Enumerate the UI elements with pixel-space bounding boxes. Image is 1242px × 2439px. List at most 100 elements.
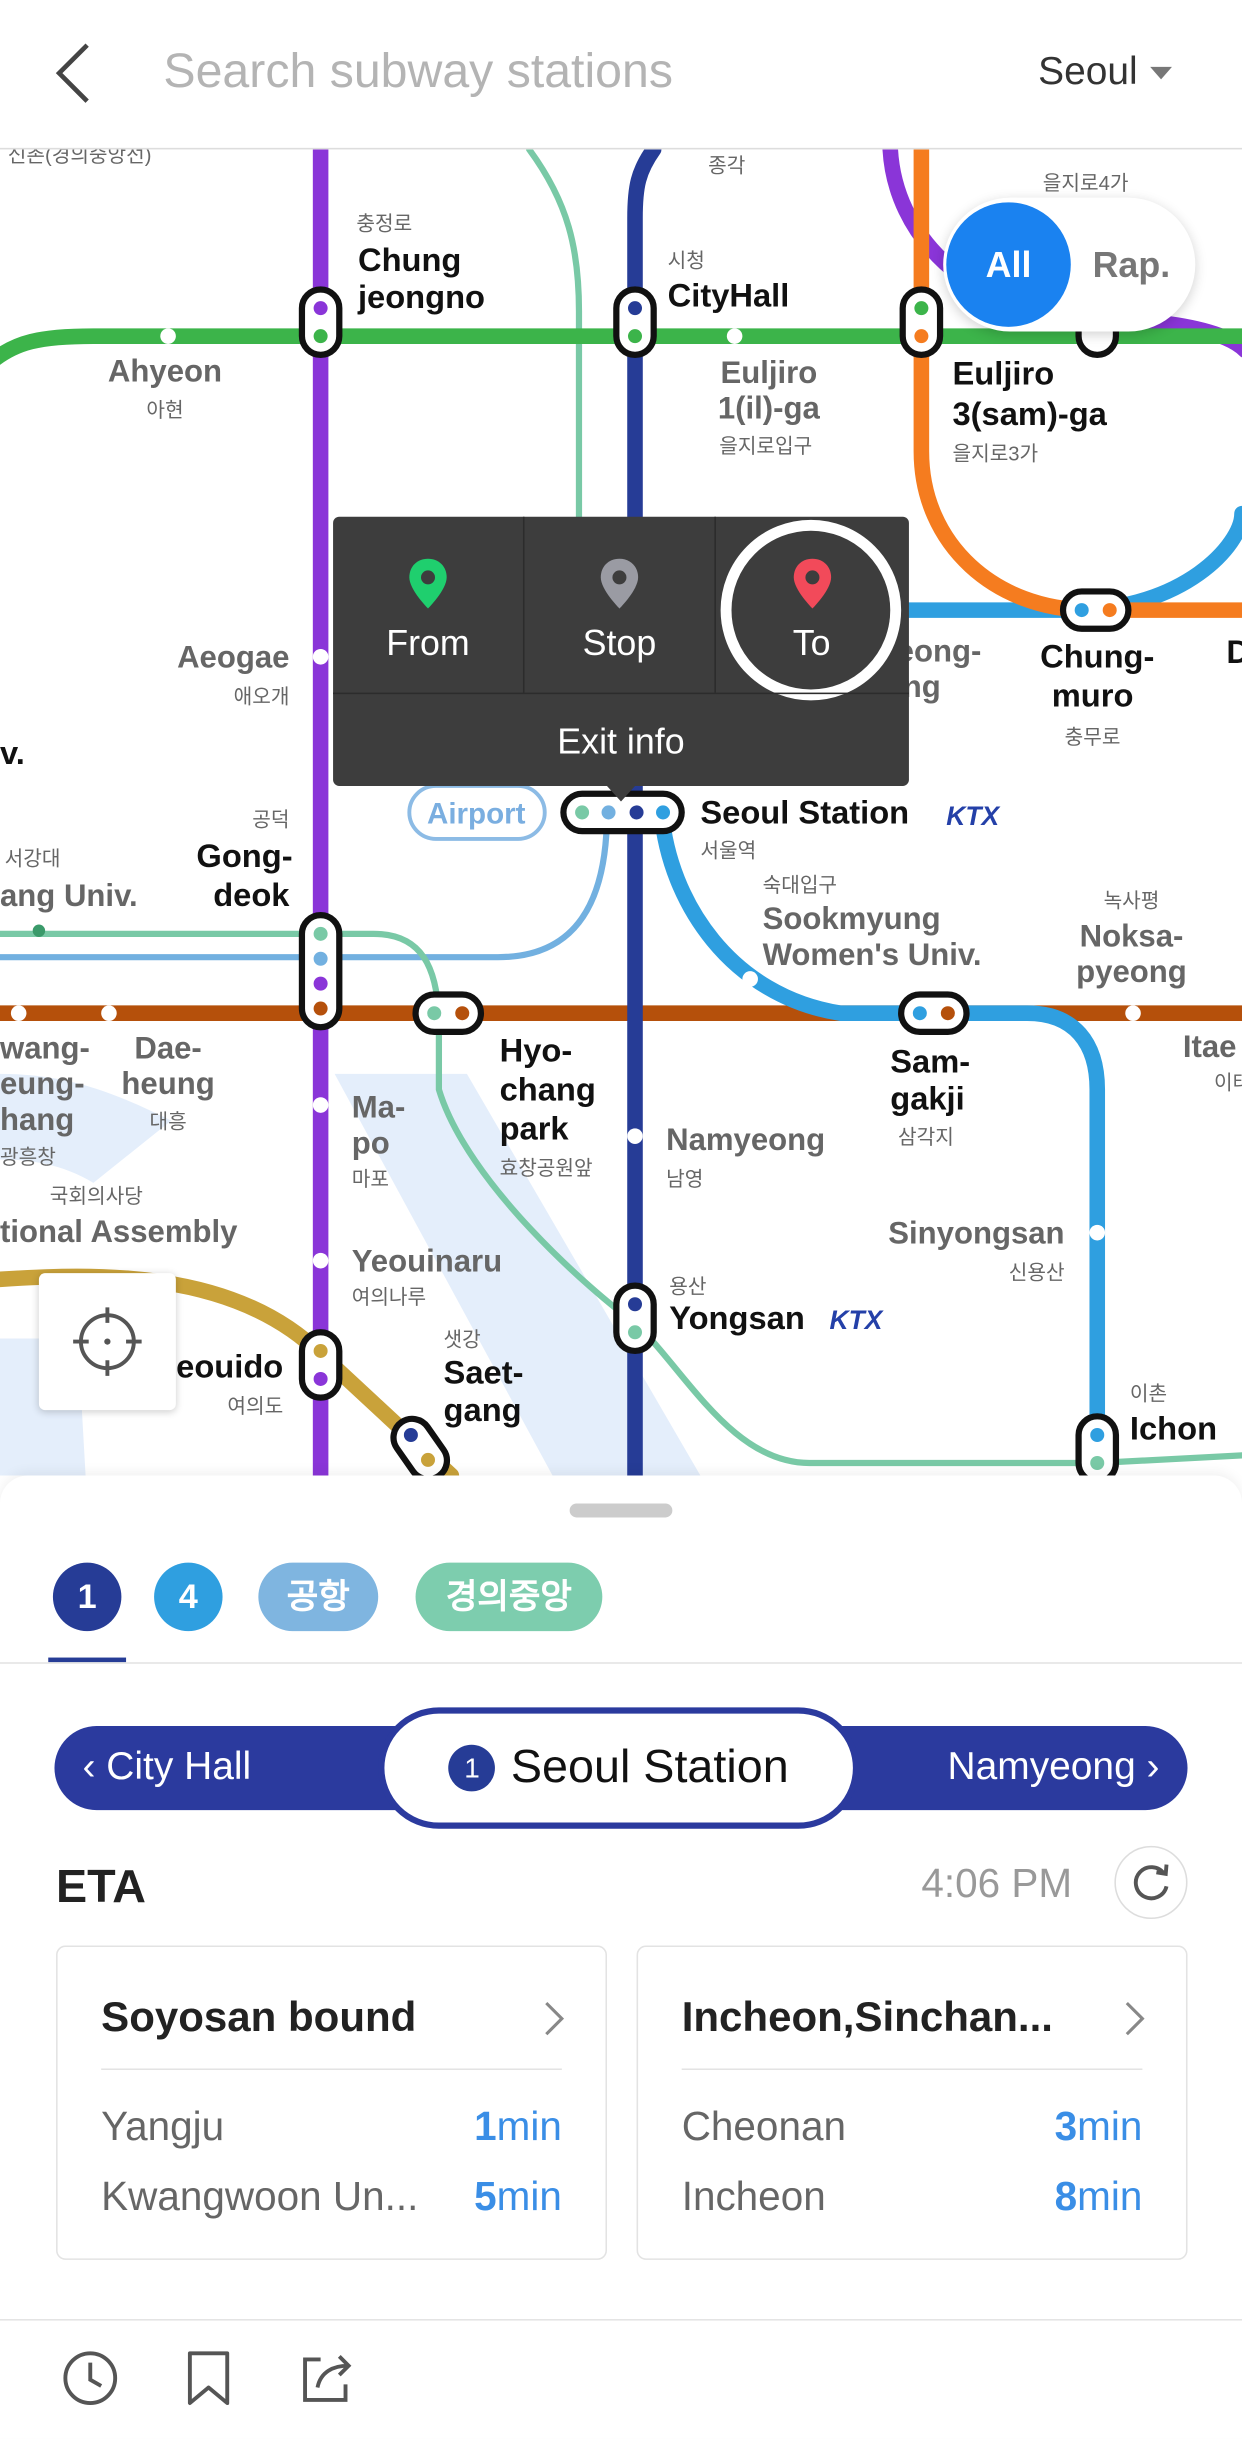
label-ko: 용산 [669, 1275, 706, 1298]
station-itaewon[interactable]: Itae 이태 [1183, 1029, 1242, 1095]
label-ko: 녹사평 [1104, 889, 1160, 912]
caret-down-icon [1150, 66, 1172, 79]
eta-card[interactable]: Incheon,Sinchan... Cheonan 3min Incheon 8m… [636, 1945, 1188, 2260]
current-station-label: Seoul Station [510, 1741, 789, 1793]
station-cityhall[interactable]: 시청 CityHall [668, 250, 790, 314]
toggle-all[interactable]: All [946, 202, 1071, 327]
label-en: tional Assembly [0, 1214, 238, 1249]
station-chungmuro[interactable]: Chung- muro 충무로 [1040, 638, 1154, 749]
chevron-right-icon: › [1135, 1744, 1160, 1789]
station-sookmyung[interactable]: 숙대입구 Sookmyung Women's Univ. [763, 874, 982, 972]
pin-grey-icon [600, 558, 639, 609]
stop-button[interactable]: Stop [525, 516, 716, 693]
next-station-button[interactable]: Namyeong › [948, 1745, 1160, 1790]
destination: Incheon [681, 2172, 826, 2220]
history-clock-icon[interactable] [59, 2347, 121, 2409]
eta-card[interactable]: Soyosan bound Yangju 1min Kwangwoon Un...… [56, 1945, 607, 2260]
label-en: Gong- [196, 837, 292, 874]
label-ko: 숙대입구 [763, 874, 837, 897]
label-euljiro4ga: 을지로4가 [1043, 172, 1129, 195]
line-tab-1[interactable]: 1 [52, 1562, 122, 1632]
refresh-button[interactable] [1114, 1845, 1188, 1920]
label-en: Dae- [134, 1030, 201, 1065]
label-en: Saet- [444, 1354, 524, 1391]
label-en: Ma- [352, 1089, 406, 1124]
label-en: heung [121, 1066, 214, 1101]
station-euljiro1ga[interactable]: Euljiro 1(il)-ga 을지로입구 [718, 355, 821, 458]
popup-pointer [606, 785, 636, 802]
destination: Yangju [101, 2102, 225, 2150]
station-sogang[interactable]: 서강대 ang Univ. [0, 847, 138, 912]
station-chungjeongno[interactable]: 충정로 Chung jeongno [356, 212, 485, 315]
label-en: gang [444, 1391, 522, 1428]
label-ko: 서울역 [700, 840, 756, 863]
station-seoul[interactable]: Seoul Station KTX 서울역 [700, 793, 1000, 862]
station-namyeong[interactable]: Namyeong 남영 [666, 1122, 825, 1191]
share-icon[interactable] [296, 2347, 358, 2409]
station-euljiro3ga[interactable]: Euljiro 3(sam)-ga 을지로3가 [953, 354, 1108, 465]
line-tab-gyeongui[interactable]: 경의중앙 [415, 1562, 603, 1632]
station-hyochang[interactable]: Hyo- chang park 효창공원앞 [500, 1031, 596, 1180]
line-4-top [863, 505, 1242, 618]
express-toggle[interactable]: All Rap. [943, 197, 1196, 332]
label-ko: 이촌 [1130, 1383, 1167, 1406]
header: Seoul [0, 0, 1242, 150]
label-ko: 마포 [352, 1168, 389, 1191]
search-input[interactable] [163, 43, 942, 100]
station-samgakji[interactable]: Sam- gakji 삼각지 [890, 1042, 970, 1149]
airport-badge[interactable]: Airport [407, 784, 547, 841]
card-title: Soyosan bound [101, 1993, 417, 2041]
label-ko: 여의도 [227, 1395, 283, 1418]
station-assembly[interactable]: 국회의사당 tional Assembly [0, 1185, 238, 1249]
label-sinchon: 신촌(경의중앙선) [8, 149, 152, 166]
divider [681, 2068, 1143, 2070]
subway-map[interactable]: 신촌(경의중앙선) 종각 을지로4가 충정로 Chung jeongno 시청 … [0, 149, 1242, 1476]
unit: min [496, 2172, 562, 2220]
arrival-row: Incheon 8min [682, 2173, 1143, 2221]
drag-handle[interactable] [569, 1503, 673, 1518]
minutes: 8 [1054, 2172, 1078, 2220]
bookmark-icon[interactable] [177, 2347, 239, 2409]
locate-button[interactable] [38, 1273, 176, 1411]
unit: min [496, 2102, 562, 2150]
label-ko: 샛강 [444, 1328, 481, 1351]
chevron-right-icon [545, 2001, 565, 2036]
highlight-ring [720, 519, 902, 701]
card-title: Incheon,Sinchan... [681, 1993, 1053, 2041]
unit: min [1077, 2172, 1143, 2220]
line-tab-airport[interactable]: 공항 [258, 1562, 379, 1632]
exit-info-button[interactable]: Exit info [333, 692, 909, 786]
unit: min [1077, 2102, 1143, 2150]
label-en: Sookmyung [763, 901, 941, 936]
arrival-row: Yangju 1min [101, 2103, 562, 2151]
station-noksapyeong[interactable]: 녹사평 Noksa- pyeong [1076, 889, 1187, 989]
label-en: wang- [0, 1030, 90, 1065]
station-sinyongsan[interactable]: Sinyongsan 신용산 [888, 1216, 1064, 1285]
prev-station-button[interactable]: ‹ City Hall [82, 1745, 251, 1790]
label-en: muro [1052, 677, 1134, 714]
city-selector[interactable]: Seoul [1038, 50, 1172, 95]
map-canvas[interactable]: 신촌(경의중앙선) 종각 을지로4가 충정로 Chung jeongno 시청 … [0, 149, 1242, 1476]
label-ko: 서강대 [5, 847, 61, 870]
station-yeouido[interactable]: eouido 여의도 [176, 1347, 283, 1418]
station-ahyeon[interactable]: Ahyeon 아현 [108, 353, 222, 422]
back-arrow-icon[interactable] [47, 40, 103, 105]
station-ichon[interactable]: 이촌 Ichon [1130, 1383, 1217, 1447]
station-yongsan[interactable]: 용산 Yongsan KTX [669, 1275, 884, 1336]
toggle-rapid[interactable]: Rap. [1093, 244, 1171, 286]
stop-label: Stop [582, 622, 657, 664]
line-tab-4[interactable]: 4 [154, 1562, 223, 1632]
interchange-dots [313, 301, 1117, 1471]
prev-station-label: City Hall [106, 1744, 252, 1789]
label-ko: 을지로3가 [953, 443, 1039, 466]
station-aeogae[interactable]: Aeogae 애오개 [177, 640, 289, 709]
label-ko: 남영 [666, 1168, 703, 1191]
station-gongdeok[interactable]: 공덕 Gong- deok [196, 808, 292, 912]
divider [101, 2068, 562, 2070]
label-en: Itae [1183, 1029, 1237, 1064]
destination: Cheonan [681, 2102, 846, 2150]
label-ko: 시청 [668, 250, 705, 273]
label-ko: 신용산 [1009, 1261, 1065, 1284]
from-button[interactable]: From [333, 516, 525, 693]
eta-heading: ETA [56, 1861, 146, 1913]
